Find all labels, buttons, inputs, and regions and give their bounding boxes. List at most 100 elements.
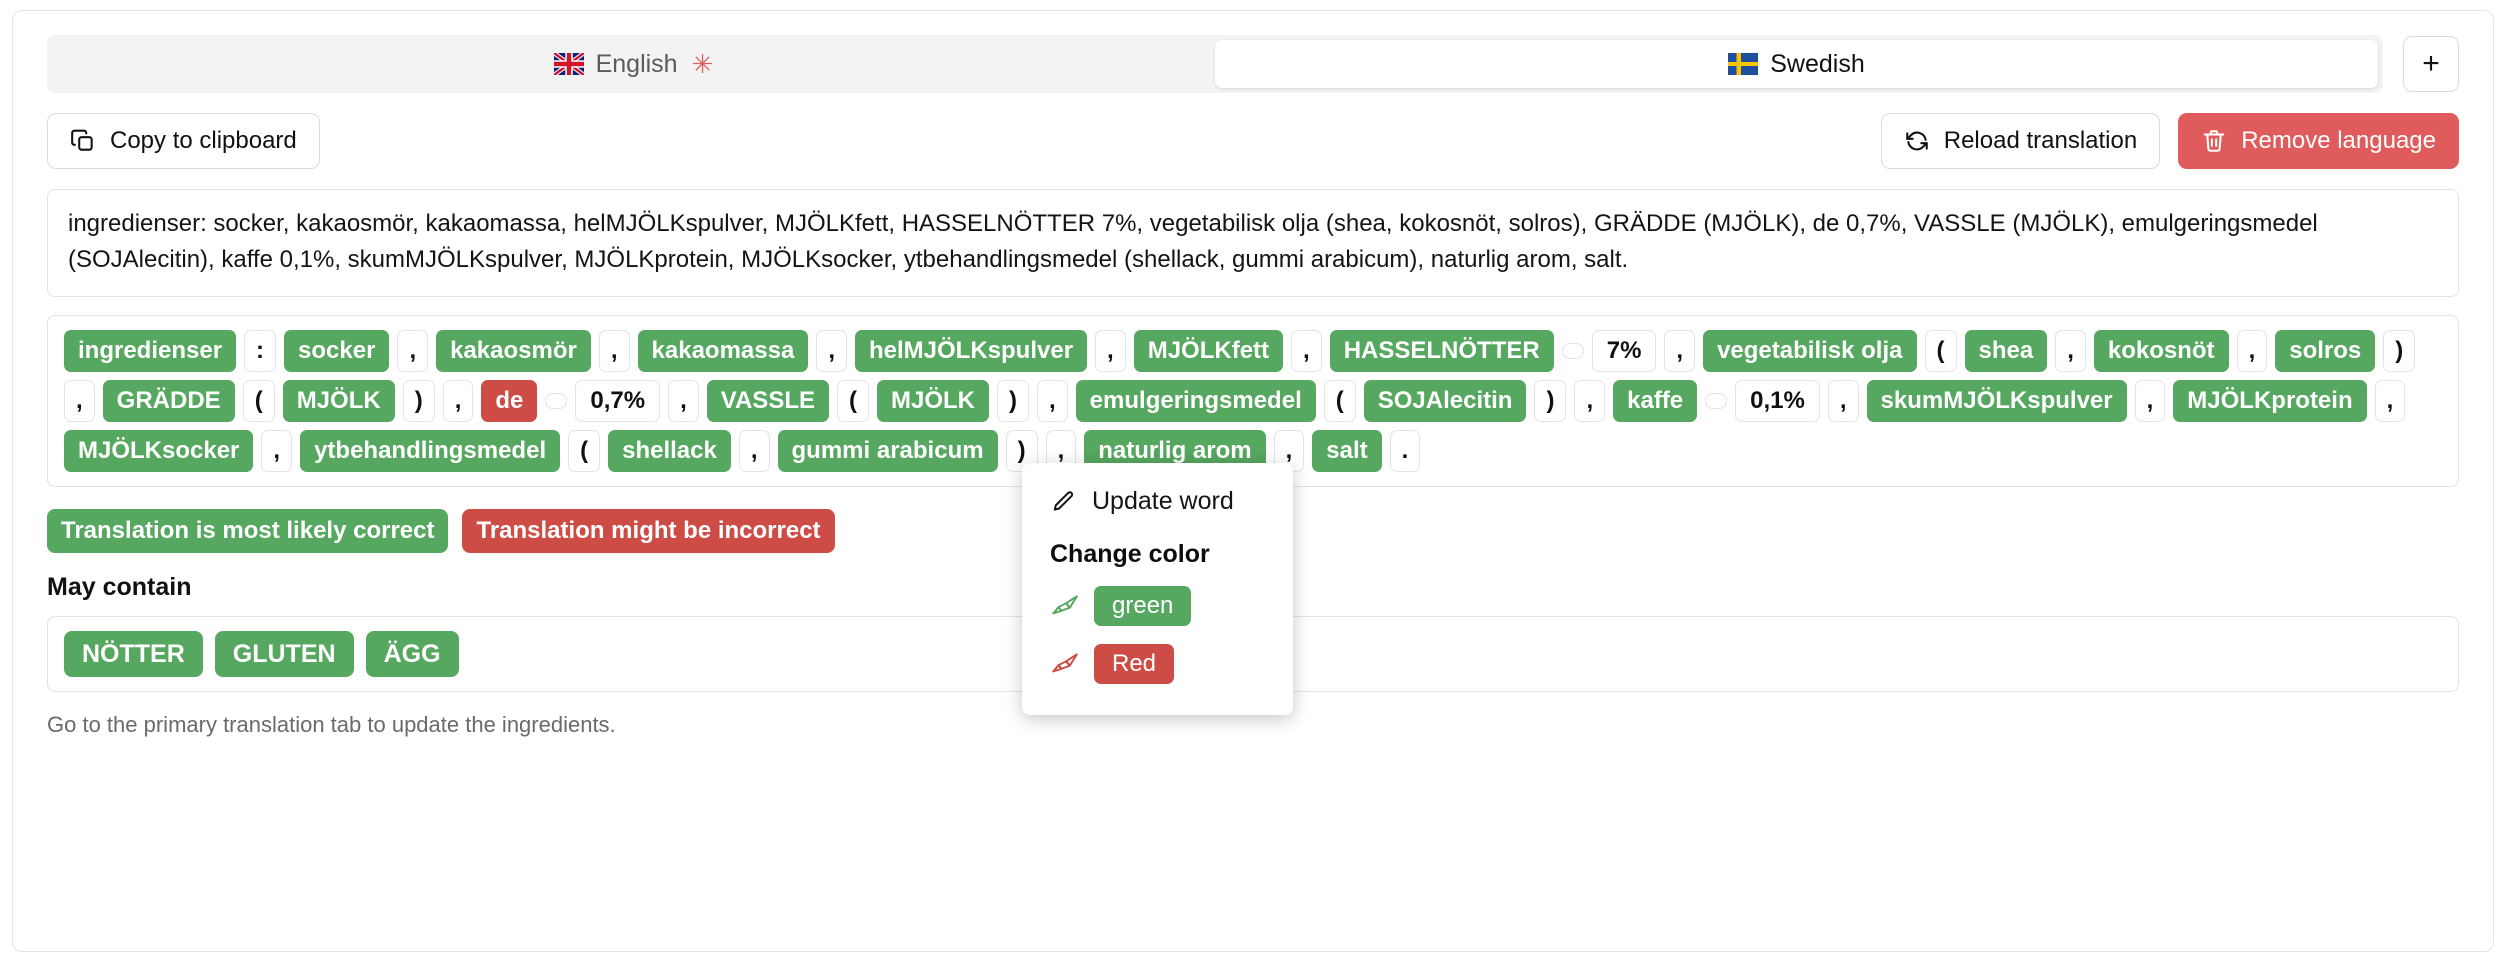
chip-punctuation[interactable]: , xyxy=(2134,380,2166,422)
tab-swedish[interactable]: Swedish xyxy=(1215,40,2378,88)
chip-space[interactable] xyxy=(1705,393,1728,409)
chip-word[interactable]: kakaosmör xyxy=(436,330,591,372)
chip-punctuation[interactable]: , xyxy=(2374,380,2406,422)
update-word-label: Update word xyxy=(1092,487,1234,515)
chip-word[interactable]: helMJÖLKspulver xyxy=(854,330,1088,372)
trash-icon xyxy=(2201,128,2227,154)
paintbrush-icon xyxy=(1050,651,1080,677)
chip-punctuation[interactable]: , xyxy=(2055,330,2086,372)
chip-punctuation[interactable]: , xyxy=(1827,380,1859,422)
chip-word[interactable]: MJÖLKprotein xyxy=(2173,380,2367,422)
chip-punctuation[interactable]: , xyxy=(397,330,429,372)
chip-word[interactable]: VASSLE xyxy=(706,380,829,422)
swedish-flag-icon xyxy=(1728,53,1759,75)
chip-punctuation[interactable]: ) xyxy=(1534,380,1567,422)
chip-punctuation[interactable]: : xyxy=(244,330,277,372)
allergen-chip[interactable]: NÖTTER xyxy=(64,631,203,677)
chip-punctuation[interactable]: , xyxy=(1664,330,1696,372)
remove-language-button[interactable]: Remove language xyxy=(2178,113,2459,169)
chip-punctuation[interactable]: , xyxy=(2236,330,2268,372)
chip-word[interactable]: GRÄDDE xyxy=(102,380,235,422)
chip-punctuation[interactable]: , xyxy=(1037,380,1068,422)
color-swatch-red[interactable]: Red xyxy=(1094,644,1175,684)
chip-punctuation[interactable]: ) xyxy=(997,380,1029,422)
chip-word[interactable]: gummi arabicum xyxy=(777,430,998,472)
copy-to-clipboard-button[interactable]: Copy to clipboard xyxy=(47,113,320,169)
chip-word[interactable]: MJÖLKsocker xyxy=(64,430,254,472)
chip-word[interactable]: MJÖLK xyxy=(877,380,989,422)
update-word-menu-item[interactable]: Update word xyxy=(1022,481,1293,522)
chip-number[interactable]: 0,1% xyxy=(1735,380,1820,422)
tab-english[interactable]: English ✳ xyxy=(52,40,1215,88)
chip-word[interactable]: skumMJÖLKspulver xyxy=(1866,380,2127,422)
word-context-menu: Update word Change color green Red xyxy=(1022,463,1293,715)
chip-word[interactable]: emulgeringsmedel xyxy=(1075,380,1316,422)
chip-punctuation[interactable]: . xyxy=(1389,430,1421,472)
copy-icon xyxy=(70,128,96,154)
chip-word[interactable]: kakaomassa xyxy=(637,330,809,372)
chip-punctuation[interactable]: ( xyxy=(568,430,601,472)
chip-space[interactable] xyxy=(1561,343,1584,359)
app-root: English ✳ Swedish + Copy to clipboard Re… xyxy=(0,0,2506,962)
chip-punctuation[interactable]: , xyxy=(261,430,293,472)
plus-icon: + xyxy=(2422,47,2440,80)
primary-language-asterisk-icon: ✳ xyxy=(691,49,714,79)
chip-word-red[interactable]: de xyxy=(481,380,538,422)
chip-punctuation[interactable]: ( xyxy=(837,380,869,422)
ingredients-text[interactable]: ingredienser: socker, kakaosmör, kakaoma… xyxy=(47,189,2459,297)
chip-word[interactable]: kaffe xyxy=(1613,380,1698,422)
color-swatch-green[interactable]: green xyxy=(1094,586,1192,626)
chip-word[interactable]: shellack xyxy=(608,430,731,472)
chip-punctuation[interactable]: , xyxy=(1574,380,1606,422)
status-badge-correct[interactable]: Translation is most likely correct xyxy=(47,509,449,553)
allergen-chip[interactable]: ÄGG xyxy=(365,631,459,677)
chip-punctuation[interactable]: ( xyxy=(1323,380,1356,422)
chip-punctuation[interactable]: ( xyxy=(1924,330,1957,372)
paintbrush-icon xyxy=(1050,593,1080,619)
reload-translation-label: Reload translation xyxy=(1943,127,2138,154)
add-language-button[interactable]: + xyxy=(2403,36,2459,92)
chip-punctuation[interactable]: , xyxy=(442,380,474,422)
chip-word[interactable]: salt xyxy=(1312,430,1382,472)
chip-word[interactable]: shea xyxy=(1964,330,2048,372)
chip-punctuation[interactable]: ( xyxy=(242,380,275,422)
chip-space[interactable] xyxy=(545,393,568,409)
language-tab-bar: English ✳ Swedish + xyxy=(47,11,2459,93)
action-bar: Copy to clipboard Reload translation Rem… xyxy=(47,113,2459,169)
chip-punctuation[interactable]: ) xyxy=(402,380,435,422)
tab-english-label: English xyxy=(595,49,678,78)
chip-word[interactable]: socker xyxy=(284,330,390,372)
chip-punctuation[interactable]: , xyxy=(738,430,770,472)
pencil-icon xyxy=(1050,489,1076,515)
chip-word[interactable]: SOJAlecitin xyxy=(1363,380,1527,422)
change-color-heading: Change color xyxy=(1050,540,1210,568)
remove-language-label: Remove language xyxy=(2241,127,2436,154)
reload-translation-button[interactable]: Reload translation xyxy=(1880,113,2161,169)
chip-punctuation[interactable]: , xyxy=(668,380,699,422)
chip-word[interactable]: solros xyxy=(2275,330,2376,372)
chip-punctuation[interactable]: , xyxy=(1095,330,1126,372)
change-color-red-option[interactable]: Red xyxy=(1022,635,1293,693)
chip-word[interactable]: HASSELNÖTTER xyxy=(1329,330,1554,372)
chip-punctuation[interactable]: , xyxy=(1291,330,1322,372)
uk-flag-icon xyxy=(553,53,584,75)
chip-punctuation[interactable]: , xyxy=(816,330,847,372)
chip-word[interactable]: MJÖLKfett xyxy=(1133,330,1284,372)
chip-word[interactable]: ytbehandlingsmedel xyxy=(300,430,561,472)
chip-punctuation[interactable]: ) xyxy=(2383,330,2416,372)
chip-word[interactable]: MJÖLK xyxy=(282,380,395,422)
chip-number[interactable]: 7% xyxy=(1591,330,1657,372)
ingredient-chip-list: ingredienser: socker, kakaosmör, kakaomassa… xyxy=(47,315,2459,487)
refresh-icon xyxy=(1904,128,1930,154)
chip-punctuation[interactable]: , xyxy=(64,380,95,422)
change-color-green-option[interactable]: green xyxy=(1022,577,1293,635)
allergen-chip[interactable]: GLUTEN xyxy=(214,631,354,677)
copy-to-clipboard-label: Copy to clipboard xyxy=(110,127,297,154)
chip-punctuation[interactable]: , xyxy=(598,330,630,372)
chip-number[interactable]: 0,7% xyxy=(575,380,661,422)
chip-word[interactable]: vegetabilisk olja xyxy=(1703,330,1917,372)
chip-word[interactable]: ingredienser xyxy=(64,330,237,372)
tab-swedish-label: Swedish xyxy=(1770,49,1865,78)
status-badge-incorrect[interactable]: Translation might be incorrect xyxy=(462,509,835,553)
chip-word[interactable]: kokosnöt xyxy=(2093,330,2229,372)
